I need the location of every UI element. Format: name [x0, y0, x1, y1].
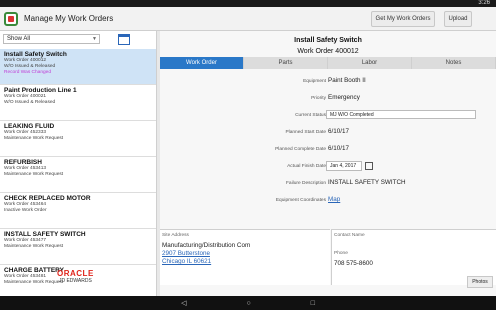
calendar-icon[interactable] [365, 162, 373, 170]
work-order-list: Install Safety Switch Work Order 400012 … [0, 49, 156, 301]
tab-notes[interactable]: Notes [412, 57, 496, 69]
planned-complete-value: 6/10/17 [328, 145, 350, 152]
failure-value: INSTALL SAFETY SWITCH [328, 179, 406, 186]
list-item[interactable]: INSTALL SAFETY SWITCH Work Order 453477 … [0, 229, 156, 265]
site-street-link[interactable]: 2907 Butterstone [162, 250, 328, 258]
back-icon[interactable]: ◁ [181, 299, 186, 307]
status-time: 3:26 [478, 0, 490, 6]
list-item-title: INSTALL SAFETY SWITCH [4, 231, 86, 238]
list-item[interactable]: REFURBISH Work Order 453413 Maintenance … [0, 157, 156, 193]
site-address-panel: Site Address Manufacturing/Distribution … [160, 229, 330, 285]
list-item-status: W/O Issued & Released [4, 100, 56, 105]
logo-sub: JD EDWARDS [58, 278, 92, 284]
coordinates-label: Equipment Coordinates [275, 198, 326, 203]
list-item-status: Inactive Work Order [4, 208, 47, 213]
detail-title: Install Safety Switch [294, 37, 362, 44]
list-item[interactable]: LEAKING FLUID Work Order 452333 Maintena… [0, 121, 156, 157]
list-item-title: REFURBISH [4, 159, 42, 166]
list-item-title: Paint Production Line 1 [4, 87, 77, 94]
chevron-down-icon: ▼ [92, 36, 97, 42]
actual-finish-label: Actual Finish Date [287, 164, 326, 169]
get-work-orders-button[interactable]: Get My Work Orders [371, 11, 435, 27]
contact-name-label: Contact Name [334, 233, 365, 238]
status-bar: 3:26 [0, 0, 496, 7]
recents-icon[interactable]: □ [311, 300, 315, 307]
equipment-label: Equipment [303, 79, 326, 84]
status-select-value: MJ W/O Completed [330, 112, 374, 118]
app-icon [4, 11, 18, 26]
list-item-status: Maintenance Work Request [4, 136, 64, 141]
filter-icon[interactable] [118, 33, 130, 45]
filter-value: Show All [7, 36, 31, 42]
priority-value: Emergency [328, 94, 360, 101]
home-icon[interactable]: ○ [246, 300, 250, 307]
list-item[interactable]: CHECK REPLACED MOTOR Work Order 453464 I… [0, 193, 156, 229]
work-order-form: Equipment Paint Booth II Priority Emergenc… [160, 75, 496, 211]
list-item-status: Maintenance Work Request [4, 172, 64, 177]
site-address-label: Site Address [162, 233, 189, 238]
filter-select[interactable]: Show All ▼ [3, 34, 100, 44]
actual-finish-date-value: Jan 4, 2017 [330, 163, 357, 169]
detail-tabs: Work Order Parts Labor Notes [160, 57, 496, 69]
list-item-title: Install Safety Switch [4, 51, 67, 58]
logo-brand: ORACLE [57, 269, 94, 278]
work-order-list-pane: Show All ▼ Install Safety Switch Work Or… [0, 31, 157, 301]
app-bar: Manage My Work Orders Get My Work Orders… [0, 7, 496, 31]
list-item-title: LEAKING FLUID [4, 123, 55, 130]
status-label: Current Status [295, 113, 326, 118]
planned-start-label: Planned Start Date [285, 130, 326, 135]
site-name: Manufacturing/Distribution Com [162, 242, 251, 249]
tab-parts[interactable]: Parts [244, 57, 328, 69]
list-item-title: CHECK REPLACED MOTOR [4, 195, 91, 202]
photos-button[interactable]: Photos [467, 276, 493, 288]
planned-start-value: 6/10/17 [328, 128, 350, 135]
tab-labor[interactable]: Labor [328, 57, 412, 69]
tab-work-order[interactable]: Work Order [160, 57, 244, 69]
priority-label: Priority [311, 96, 326, 101]
list-item[interactable]: Paint Production Line 1 Work Order 40002… [0, 85, 156, 121]
status-select[interactable]: MJ W/O Completed [326, 110, 476, 119]
map-link[interactable]: Map [328, 196, 340, 203]
list-item[interactable]: Install Safety Switch Work Order 400012 … [0, 49, 156, 85]
actual-finish-date-input[interactable]: Jan 4, 2017 [326, 161, 362, 171]
phone-value: 708 575-8600 [334, 260, 373, 267]
list-item-status: Maintenance Work Request [4, 244, 64, 249]
site-city-link[interactable]: Chicago IL 60621 [162, 258, 328, 266]
equipment-value: Paint Booth II [328, 77, 366, 84]
detail-work-order-number: Work Order 400012 [297, 48, 359, 55]
oracle-logo: ORACLE JD EDWARDS [57, 269, 94, 284]
upload-button[interactable]: Upload [444, 11, 472, 27]
phone-label: Phone [334, 251, 348, 256]
failure-label: Failure Description [286, 181, 326, 186]
system-nav-bar: ◁ ○ □ [0, 296, 496, 310]
app-title: Manage My Work Orders [24, 14, 114, 23]
planned-complete-label: Planned Complete Date [275, 147, 326, 152]
list-item-changed: Record Was Changed [4, 70, 52, 75]
